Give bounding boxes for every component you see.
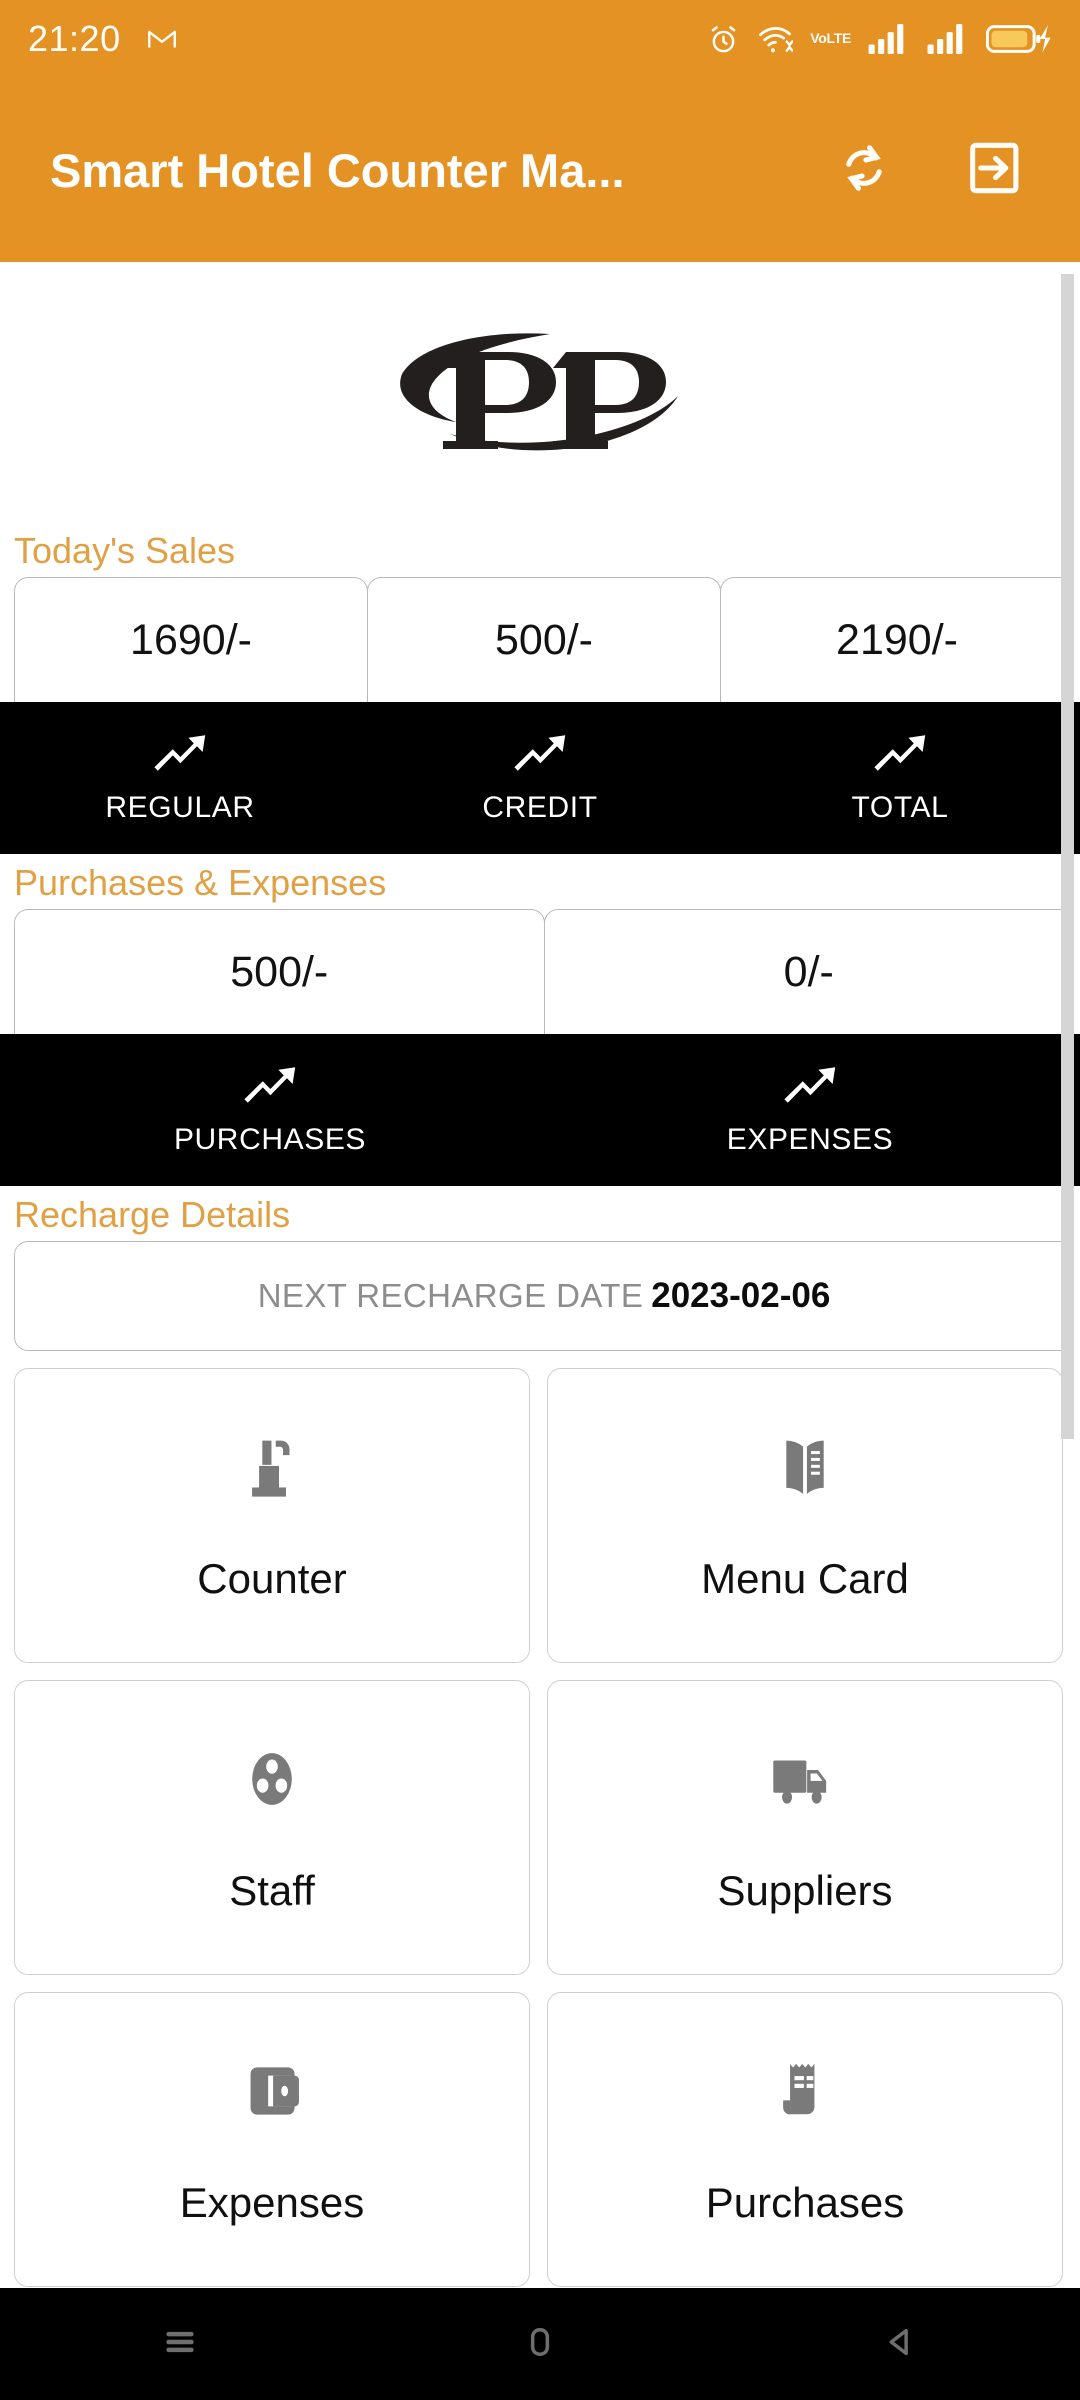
sync-refresh-icon — [832, 136, 896, 205]
sales-value-regular[interactable]: 1690/- — [14, 577, 368, 702]
status-bar-clock: 21:20 — [28, 18, 121, 59]
purchases-expenses-section-title: Purchases & Expenses — [14, 862, 387, 903]
delivery-truck-icon — [768, 1741, 842, 1817]
sales-section-title: Today's Sales — [14, 530, 235, 571]
wifi-icon — [757, 23, 794, 56]
tile-staff-label: Staff — [229, 1866, 315, 1914]
sales-label-credit-text: CREDIT — [482, 790, 598, 824]
tile-counter-label: Counter — [197, 1554, 347, 1602]
vertical-scrollbar[interactable] — [1061, 262, 1080, 2288]
sales-label-regular[interactable]: REGULAR — [0, 702, 360, 854]
trending-up-icon — [872, 732, 928, 777]
pe-label-purchases-text: PURCHASES — [173, 1122, 367, 1156]
gmail-icon — [145, 22, 179, 56]
status-bar: 21:20 Vo LTE — [0, 0, 1080, 78]
purchases-expenses-stat-group: 500/- 0/- PURCHASES EXPENSES — [0, 909, 1080, 1186]
pe-label-expenses-text: EXPENSES — [726, 1122, 894, 1156]
logout-button[interactable] — [958, 134, 1030, 206]
pe-values-row: 500/- 0/- — [14, 909, 1074, 1034]
sales-label-total[interactable]: TOTAL — [720, 702, 1080, 854]
app-bar: Smart Hotel Counter Ma... — [0, 78, 1080, 262]
sales-value-credit-text: 500/- — [494, 615, 593, 664]
receipt-icon — [774, 2053, 836, 2129]
trending-up-icon — [152, 732, 208, 777]
tile-suppliers[interactable]: Suppliers — [547, 1680, 1063, 1975]
brand-logo — [0, 262, 1080, 522]
logout-arrow-icon — [962, 136, 1026, 205]
tile-counter[interactable]: Counter — [14, 1368, 530, 1663]
sales-value-total[interactable]: 2190/- — [720, 577, 1074, 702]
sales-values-row: 1690/- 500/- 2190/- — [14, 577, 1074, 702]
sales-label-credit[interactable]: CREDIT — [360, 702, 720, 854]
page-title: Smart Hotel Counter Ma... — [50, 143, 625, 197]
signal-icon-sim1 — [868, 24, 910, 54]
open-book-icon — [772, 1429, 838, 1505]
sales-value-total-text: 2190/- — [836, 615, 958, 664]
tile-purchases-label: Purchases — [705, 2178, 905, 2226]
trending-up-icon — [782, 1064, 838, 1109]
main-scroll-area[interactable]: Today's Sales 1690/- 500/- 2190/- REGULA… — [0, 262, 1080, 2288]
app-bar-actions — [828, 134, 1030, 206]
tile-suppliers-label: Suppliers — [717, 1866, 893, 1914]
pp-logo-icon — [400, 333, 678, 451]
tile-purchases[interactable]: Purchases — [547, 1992, 1063, 2287]
volte-icon: Vo LTE — [810, 30, 851, 47]
back-triangle-icon — [879, 2321, 921, 2368]
alarm-icon — [707, 23, 740, 56]
sales-labels-row: REGULAR CREDIT TOTAL — [0, 702, 1080, 854]
pe-label-expenses[interactable]: EXPENSES — [540, 1034, 1080, 1186]
pe-value-expenses[interactable]: 0/- — [543, 909, 1074, 1034]
system-navigation-bar — [0, 2288, 1080, 2400]
tile-menu-card-label: Menu Card — [701, 1554, 909, 1602]
recents-button[interactable] — [120, 2288, 240, 2400]
sync-button[interactable] — [828, 134, 900, 206]
sales-value-credit[interactable]: 500/- — [367, 577, 721, 702]
tile-staff[interactable]: Staff — [14, 1680, 530, 1975]
scrollbar-thumb[interactable] — [1061, 274, 1074, 1439]
pe-value-expenses-text: 0/- — [783, 947, 834, 996]
sales-label-total-text: TOTAL — [851, 790, 949, 824]
wallet-icon — [239, 2053, 305, 2129]
menu-tile-grid: Counter Menu Card Staff Suppliers Expens… — [0, 1351, 1080, 2287]
pe-value-purchases[interactable]: 500/- — [14, 909, 545, 1034]
tile-expenses-label: Expenses — [179, 2178, 365, 2226]
hamburger-menu-icon — [159, 2321, 201, 2368]
status-bar-left: 21:20 — [28, 18, 179, 60]
pe-value-purchases-text: 500/- — [230, 947, 329, 996]
next-recharge-label: NEXT RECHARGE DATE — [257, 1277, 644, 1314]
back-button[interactable] — [840, 2288, 960, 2400]
next-recharge-card[interactable]: NEXT RECHARGE DATE 2023-02-06 — [14, 1241, 1074, 1351]
sales-value-regular-text: 1690/- — [130, 615, 252, 664]
home-button[interactable] — [480, 2288, 600, 2400]
pe-labels-row: PURCHASES EXPENSES — [0, 1034, 1080, 1186]
tile-menu-card[interactable]: Menu Card — [547, 1368, 1063, 1663]
next-recharge-date: 2023-02-06 — [651, 1276, 831, 1315]
podium-icon — [239, 1429, 305, 1505]
sales-stat-group: 1690/- 500/- 2190/- REGULAR CREDIT TOTAL — [0, 577, 1080, 854]
trending-up-icon — [242, 1064, 298, 1109]
home-square-icon — [519, 2321, 561, 2368]
status-bar-right: Vo LTE — [707, 22, 1052, 56]
pe-label-purchases[interactable]: PURCHASES — [0, 1034, 540, 1186]
recharge-section-title: Recharge Details — [14, 1194, 291, 1235]
tile-expenses[interactable]: Expenses — [14, 1992, 530, 2287]
trending-up-icon — [512, 732, 568, 777]
battery-charging-icon — [986, 22, 1052, 56]
app-screen: 21:20 Vo LTE Smart Hotel Counter Ma... T… — [0, 0, 1080, 2400]
group-people-icon — [239, 1741, 305, 1817]
signal-icon-sim2 — [927, 24, 969, 54]
sales-label-regular-text: REGULAR — [105, 790, 255, 824]
